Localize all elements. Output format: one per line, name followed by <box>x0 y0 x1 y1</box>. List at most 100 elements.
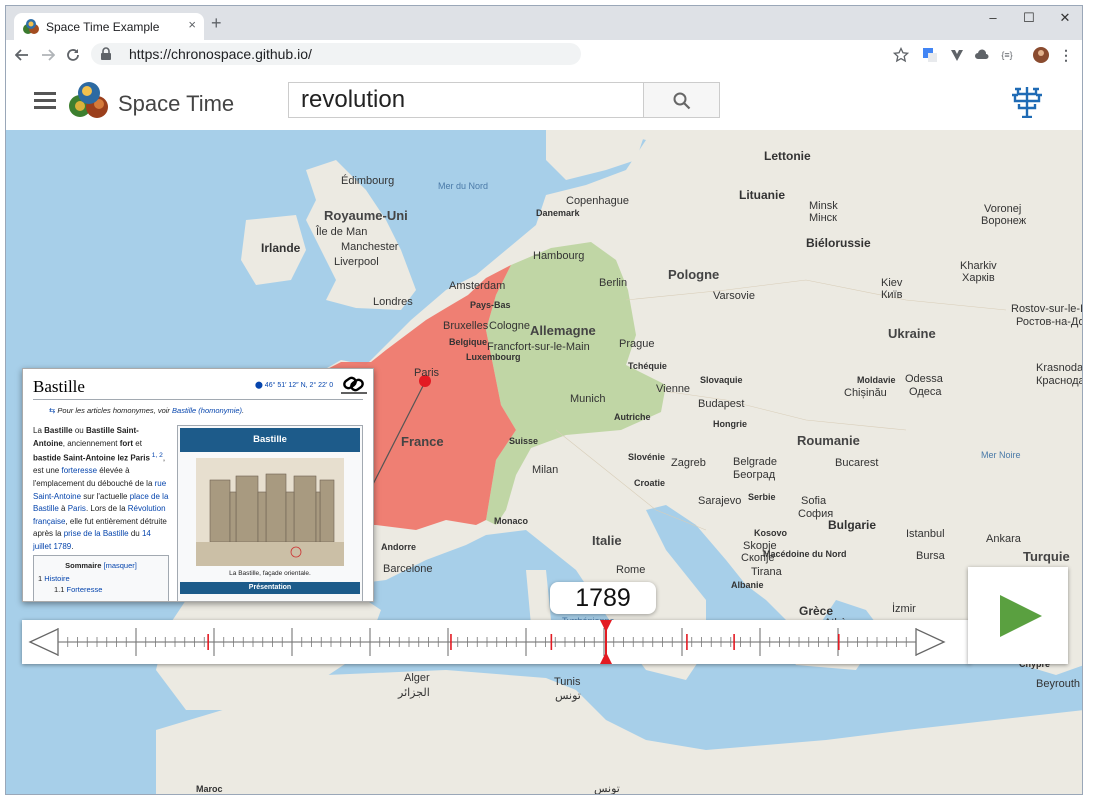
back-arrow-icon[interactable] <box>15 48 29 62</box>
wiki-intro-paragraph: La Bastille ou Bastille Saint-Antoine, a… <box>33 425 169 554</box>
map-label: Budapest <box>698 398 745 410</box>
wiki-link[interactable]: Paris <box>68 504 86 513</box>
map-label: Prague <box>619 338 655 350</box>
map-label: Beyrouth <box>1036 678 1081 690</box>
new-tab-button[interactable]: + <box>211 13 222 34</box>
space-time-logo-icon <box>23 19 39 34</box>
wiki-text: 1, 2 <box>149 452 163 460</box>
map-label: Bruxelles <box>443 320 489 332</box>
map-label: Londres <box>373 296 413 308</box>
search-button[interactable] <box>644 82 720 118</box>
map-label: Irlande <box>261 241 301 255</box>
map-label: Île de Man <box>316 226 368 238</box>
map-label: Copenhague <box>566 195 630 207</box>
wiki-coords[interactable]: ⬤ 46° 51′ 12″ N, 2° 22′ 0 <box>255 381 333 389</box>
toc-item[interactable]: 1 Histoire <box>34 574 168 583</box>
json-extension-icon[interactable]: {≡} <box>999 47 1015 63</box>
wiki-text: bastide Saint-Antoine lez Paris <box>33 453 150 463</box>
wiki-text: ou <box>72 426 86 435</box>
search-icon <box>673 92 691 110</box>
map-label: Воронеж <box>981 215 1027 227</box>
tab-title: Space Time Example <box>46 20 160 34</box>
toc-title: Sommaire <box>65 561 102 570</box>
wiki-text: du <box>128 529 142 539</box>
translate-extension-icon[interactable] <box>922 47 938 63</box>
wiki-text: Bastille <box>44 426 73 435</box>
browser-window: Space Time Example × + – ☐ ✕ https://chr… <box>5 5 1083 795</box>
map-label: Sarajevo <box>698 495 742 507</box>
location-pin-icon: ⬤ <box>255 382 263 389</box>
wiki-text: . Lors de la <box>85 504 128 514</box>
map-label: Kiev <box>881 277 903 289</box>
map-label: Hambourg <box>533 250 585 262</box>
browser-tab[interactable]: Space Time Example × <box>14 13 204 40</box>
map-label: تونس <box>594 783 620 795</box>
play-button[interactable] <box>968 567 1068 664</box>
map-label: Berlin <box>599 277 628 289</box>
app-header: Space Time <box>6 70 1082 130</box>
toc-list: 1 Histoire 1.1 Forteresse <box>34 574 168 594</box>
link-chain-icon[interactable] <box>341 373 367 395</box>
hamburger-menu-icon[interactable] <box>34 92 56 109</box>
menu-dots-icon[interactable]: ⋮ <box>1058 47 1074 63</box>
wiki-popup[interactable]: Bastille ⬤ 46° 51′ 12″ N, 2° 22′ 0 ⇆ Pou… <box>22 368 374 602</box>
tab-close-icon[interactable]: × <box>188 17 196 32</box>
map-label: İzmir <box>892 603 916 615</box>
map-label: Croatie <box>634 478 666 488</box>
map-label: Tchéquie <box>628 361 667 371</box>
map-label: Мінск <box>809 212 837 224</box>
map-label: Monaco <box>494 516 529 526</box>
wiki-link[interactable]: forteresse <box>61 466 97 475</box>
map-label: Italie <box>592 533 622 548</box>
map-label: Bursa <box>916 550 945 562</box>
map-label: Chișinău <box>844 387 887 399</box>
map-label: الجزائر <box>398 687 430 699</box>
map-label: تونس <box>555 690 581 702</box>
wiki-link[interactable]: prise de la Bastille <box>64 529 129 538</box>
map-label: Lituanie <box>739 188 786 202</box>
minimize-button[interactable]: – <box>978 10 1008 25</box>
avatar[interactable] <box>1033 47 1049 63</box>
tree-logo-icon[interactable] <box>1010 84 1044 118</box>
wiki-text: sur l'actuelle <box>81 491 130 501</box>
wiki-disambiguation: ⇆ Pour les articles homonymes, voir Bast… <box>49 406 245 415</box>
timeline-slider[interactable] <box>22 620 970 664</box>
wiki-text: fort <box>119 438 134 448</box>
map-label: Minsk <box>809 200 838 212</box>
vivaldi-extension-icon[interactable] <box>949 47 965 63</box>
toc-item[interactable]: 1.1 Forteresse <box>34 585 168 594</box>
map-label: Belgique <box>449 337 488 347</box>
map-label: Rome <box>616 564 646 576</box>
cloud-extension-icon[interactable] <box>974 47 990 63</box>
map-label: Mer du Nord <box>438 181 489 191</box>
map-label: Milan <box>532 464 559 476</box>
wiki-text: La <box>33 426 45 435</box>
map-label: Serbie <box>748 492 776 502</box>
map-label: Moldavie <box>857 375 896 385</box>
forward-arrow-icon[interactable] <box>41 48 55 62</box>
map-label: France <box>401 434 444 449</box>
wiki-text: à <box>58 504 68 514</box>
search-input[interactable] <box>288 82 644 118</box>
address-bar[interactable]: https://chronospace.github.io/ <box>91 43 581 65</box>
reload-icon[interactable] <box>66 48 80 62</box>
map-label: Београд <box>733 469 776 481</box>
bastille-engraving-image[interactable] <box>196 458 344 566</box>
bookmark-star-icon[interactable] <box>893 47 909 63</box>
map-label: Tunis <box>554 676 581 688</box>
map-label: Barcelone <box>383 563 433 575</box>
close-window-button[interactable]: ✕ <box>1050 10 1080 26</box>
map-label: Voronej <box>984 203 1022 215</box>
disambig-link[interactable]: Bastille (homonymie) <box>172 406 242 415</box>
timeline-left-arrow-icon[interactable] <box>28 627 59 657</box>
maximize-button[interactable]: ☐ <box>1014 10 1044 26</box>
timeline-right-arrow-icon[interactable] <box>915 627 946 657</box>
toc-toggle[interactable]: [masquer] <box>104 561 137 570</box>
lock-icon <box>101 47 111 60</box>
map-label: Luxembourg <box>466 352 521 362</box>
map-label: Istanbul <box>906 528 945 540</box>
map-label: Manchester <box>341 241 399 253</box>
map-label: Одеса <box>909 386 942 398</box>
wiki-infobox: Bastille La Bastille, façade orientale. … <box>177 425 363 601</box>
map-label: Ankara <box>986 533 1021 545</box>
